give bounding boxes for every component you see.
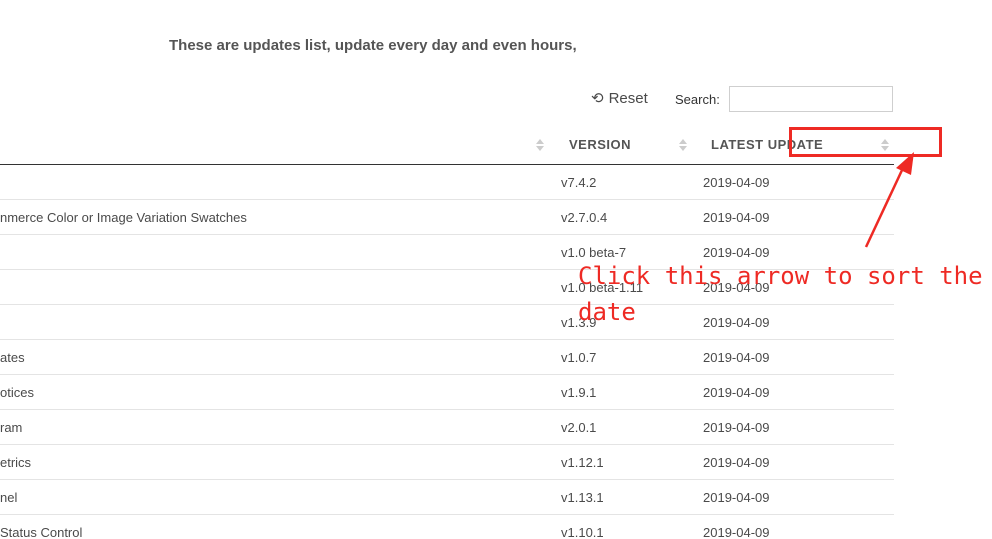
date-cell: 2019-04-09 (703, 420, 770, 435)
sort-arrows-icon[interactable] (679, 137, 688, 153)
table-row: Status Control v1.10.1 2019-04-09 (0, 515, 894, 539)
plugin-name-cell[interactable]: nmerce Color or Image Variation Swatches (0, 210, 247, 225)
version-cell: v1.0.7 (561, 350, 597, 365)
version-cell: v1.9.1 (561, 385, 597, 400)
date-cell: 2019-04-09 (703, 455, 770, 470)
table-row: ram v2.0.1 2019-04-09 (0, 410, 894, 445)
column-header-version[interactable]: VERSION (569, 137, 631, 152)
version-cell: v2.0.1 (561, 420, 597, 435)
version-cell: v2.7.0.4 (561, 210, 608, 225)
table-body: v7.4.2 2019-04-09 nmerce Color or Image … (0, 165, 894, 539)
version-cell: v1.12.1 (561, 455, 604, 470)
reset-button[interactable]: ⟲ Reset (591, 90, 648, 107)
date-cell: 2019-04-09 (703, 490, 770, 505)
reset-label: Reset (608, 90, 648, 107)
table-row: nmerce Color or Image Variation Swatches… (0, 200, 894, 235)
undo-icon: ⟲ (591, 90, 604, 107)
table-row: otices v1.9.1 2019-04-09 (0, 375, 894, 410)
plugin-name-cell[interactable]: Status Control (0, 525, 82, 539)
date-cell: 2019-04-09 (703, 175, 770, 190)
version-cell: v1.10.1 (561, 525, 604, 539)
plugin-name-cell[interactable]: nel (0, 490, 17, 505)
annotation-highlight-box (789, 127, 942, 157)
date-cell: 2019-04-09 (703, 350, 770, 365)
search-label: Search: (675, 92, 720, 107)
plugin-name-cell[interactable]: ram (0, 420, 22, 435)
table-row: nel v1.13.1 2019-04-09 (0, 480, 894, 515)
date-cell: 2019-04-09 (703, 385, 770, 400)
sort-arrows-icon[interactable] (536, 137, 545, 153)
table-row: etrics v1.12.1 2019-04-09 (0, 445, 894, 480)
table-header: VERSION LATEST UPDATE (0, 128, 894, 165)
plugin-name-cell[interactable]: ates (0, 350, 25, 365)
search-input[interactable] (729, 86, 893, 112)
date-cell: 2019-04-09 (703, 525, 770, 539)
plugin-name-cell[interactable]: etrics (0, 455, 31, 470)
date-cell: 2019-04-09 (703, 210, 770, 225)
annotation-text: Click this arrow to sort the date (578, 262, 983, 326)
table-row: ates v1.0.7 2019-04-09 (0, 340, 894, 375)
table-row: v7.4.2 2019-04-09 (0, 165, 894, 200)
intro-text: These are updates list, update every day… (169, 37, 577, 54)
plugin-name-cell[interactable]: otices (0, 385, 34, 400)
version-cell: v7.4.2 (561, 175, 597, 190)
version-cell: v1.13.1 (561, 490, 604, 505)
